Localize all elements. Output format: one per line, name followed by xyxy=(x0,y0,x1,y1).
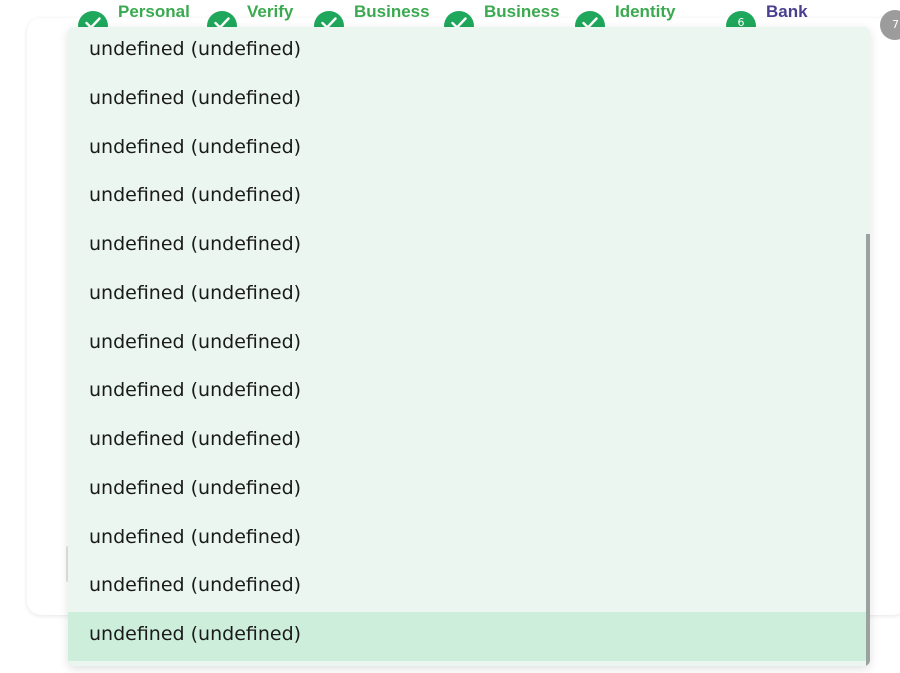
step-label: Bank xyxy=(766,2,808,21)
step-label: Business xyxy=(354,2,430,21)
step-7[interactable]: 7 xyxy=(880,0,900,40)
dropdown-option[interactable]: undefined (undefined) xyxy=(68,222,866,271)
step-label: Verify xyxy=(247,2,294,21)
dropdown-option[interactable]: undefined (undefined) xyxy=(68,368,866,417)
dropdown-menu[interactable]: undefined (undefined) undefined (undefin… xyxy=(68,27,870,666)
dropdown-option[interactable]: undefined (undefined) xyxy=(68,515,866,564)
scrollbar[interactable] xyxy=(866,234,870,666)
step-number: 7 xyxy=(880,10,900,40)
dropdown-option[interactable]: undefined (undefined) xyxy=(68,466,866,515)
dropdown-option[interactable]: undefined (undefined) xyxy=(68,320,866,369)
step-label: Business xyxy=(484,2,560,21)
dropdown-option[interactable]: undefined (undefined) xyxy=(68,271,866,320)
dropdown-option[interactable]: undefined (undefined) xyxy=(68,417,866,466)
dropdown-option[interactable]: undefined (undefined) xyxy=(68,173,866,222)
dropdown-options: undefined (undefined) undefined (undefin… xyxy=(68,27,866,661)
dropdown-option-highlighted[interactable]: undefined (undefined) xyxy=(68,612,866,661)
dropdown-option[interactable]: undefined (undefined) xyxy=(68,125,866,174)
step-label: Personal xyxy=(118,2,190,21)
dropdown-option[interactable]: undefined (undefined) xyxy=(68,563,866,612)
page: Personal Verify Business Business Identi… xyxy=(0,0,900,673)
step-label: Identity xyxy=(615,2,676,21)
dropdown-option[interactable]: undefined (undefined) xyxy=(68,27,866,76)
dropdown-option[interactable]: undefined (undefined) xyxy=(68,76,866,125)
